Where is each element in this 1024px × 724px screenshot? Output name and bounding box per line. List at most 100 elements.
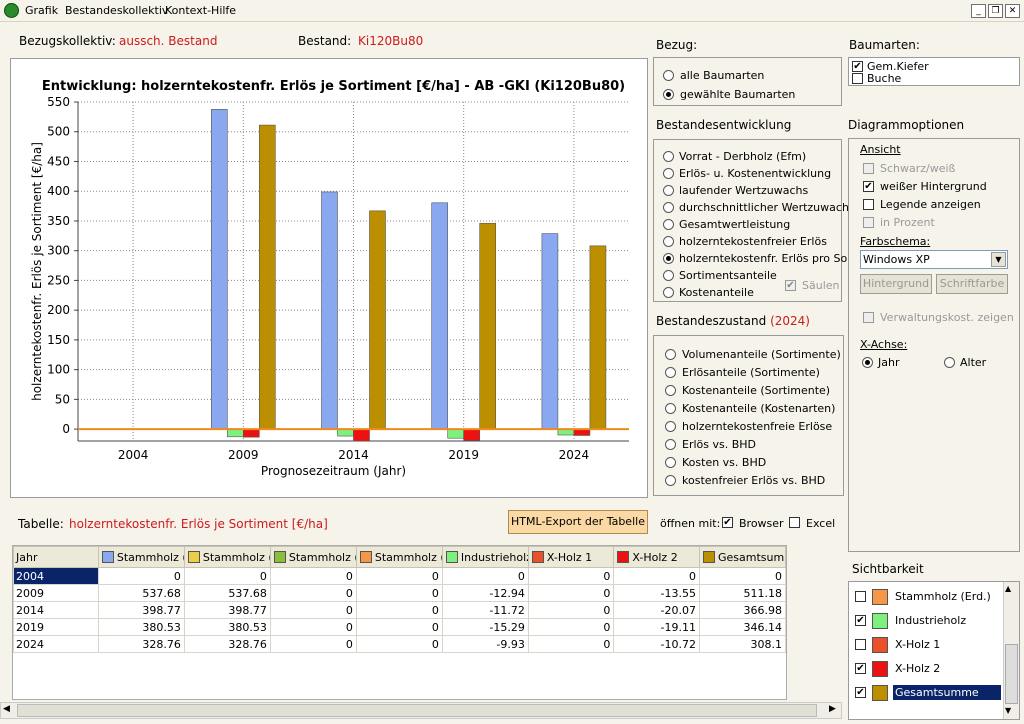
schwarzweiss-checkbox[interactable]	[863, 163, 874, 174]
sichtbarkeit-item[interactable]: ✔ Industrieholz	[853, 612, 1003, 632]
column-header[interactable]: X-Holz 1	[527, 546, 615, 568]
weisser-hintergrund-checkbox[interactable]: ✔	[863, 181, 874, 192]
table-cell[interactable]: 537.68	[183, 584, 271, 602]
scroll-h-thumb[interactable]	[17, 704, 817, 717]
zust-radio-4[interactable]	[665, 421, 676, 432]
table-cell[interactable]: -20.07	[613, 601, 700, 619]
table-cell[interactable]: 0	[269, 635, 357, 653]
table-cell[interactable]: 0	[355, 618, 443, 636]
menu-bestandeskollektiv[interactable]: Bestandeskollektiv	[65, 4, 168, 17]
table-cell[interactable]: 0	[527, 601, 615, 619]
table-cell[interactable]: 0	[183, 567, 271, 585]
table-cell[interactable]: 0	[613, 567, 700, 585]
table-row[interactable]: 2004 0 0 0 0 0 0 0 0	[13, 567, 786, 585]
table-cell[interactable]: 328.76	[97, 635, 185, 653]
table-cell[interactable]: 511.18	[698, 584, 786, 602]
table-cell-year[interactable]: 2004	[13, 567, 99, 585]
column-header[interactable]: Stammholz (Erd.)	[355, 546, 443, 568]
table-cell[interactable]: -10.72	[613, 635, 700, 653]
table-cell[interactable]: 0	[698, 567, 786, 585]
excel-checkbox[interactable]	[789, 517, 800, 528]
column-header[interactable]: Gesamtsumme	[698, 546, 786, 568]
entw-radio-2[interactable]	[663, 185, 674, 196]
sichtbarkeit-checkbox[interactable]: ✔	[855, 663, 866, 674]
table-cell-year[interactable]: 2014	[13, 601, 99, 619]
zust-radio-2[interactable]	[665, 385, 676, 396]
scroll-up-icon[interactable]: ▲	[1005, 584, 1011, 593]
table-cell-year[interactable]: 2009	[13, 584, 99, 602]
browser-checkbox[interactable]: ✔	[722, 517, 733, 528]
table-cell[interactable]: -9.93	[441, 635, 529, 653]
scroll-down-icon[interactable]: ▼	[1005, 706, 1011, 715]
zust-radio-6[interactable]	[665, 457, 676, 468]
table-cell[interactable]: 0	[527, 618, 615, 636]
table-cell[interactable]: 0	[441, 567, 529, 585]
zust-radio-3[interactable]	[665, 403, 676, 414]
minimize-button[interactable]: _	[971, 4, 986, 18]
table-cell[interactable]: 0	[97, 567, 185, 585]
prozent-checkbox[interactable]	[863, 217, 874, 228]
table-cell[interactable]: 398.77	[183, 601, 271, 619]
table-cell-year[interactable]: 2019	[13, 618, 99, 636]
table-cell[interactable]: -11.72	[441, 601, 529, 619]
sichtbarkeit-checkbox[interactable]: ✔	[855, 687, 866, 698]
table-cell[interactable]: -12.94	[441, 584, 529, 602]
html-export-button[interactable]: HTML-Export der Tabelle	[508, 510, 648, 534]
table-cell[interactable]: 380.53	[183, 618, 271, 636]
table-cell[interactable]: 0	[355, 601, 443, 619]
baumart-checkbox-buche[interactable]	[852, 73, 863, 84]
xachse-radio-alter[interactable]	[944, 357, 955, 368]
sichtbarkeit-item[interactable]: ✔ X-Holz 2	[853, 660, 1003, 680]
bezug-radio-alle[interactable]	[663, 70, 674, 81]
column-header[interactable]: Stammholz (lang)	[183, 546, 271, 568]
sichtbarkeit-checkbox[interactable]	[855, 591, 866, 602]
table-cell[interactable]: 0	[269, 601, 357, 619]
table-cell[interactable]: 0	[527, 567, 615, 585]
table-cell[interactable]: 0	[527, 635, 615, 653]
entw-radio-6[interactable]	[663, 253, 674, 264]
table-row[interactable]: 2009 537.68 537.68 0 0 -12.94 0 -13.55 511.18	[13, 584, 786, 602]
scroll-right-icon[interactable]: ▶	[829, 704, 836, 714]
sichtbarkeit-scrollbar[interactable]: ▲ ▼	[1003, 582, 1019, 719]
table-horizontal-scrollbar[interactable]: ◀ ▶	[0, 702, 842, 719]
verwaltung-checkbox[interactable]	[863, 312, 874, 323]
entw-radio-0[interactable]	[663, 151, 674, 162]
schriftfarbe-button[interactable]: Schriftfarbe	[936, 274, 1008, 294]
table-cell[interactable]: 0	[355, 584, 443, 602]
legende-checkbox[interactable]	[863, 199, 874, 210]
table-row[interactable]: 2024 328.76 328.76 0 0 -9.93 0 -10.72 308.1	[13, 635, 786, 653]
entw-radio-7[interactable]	[663, 270, 674, 281]
table-cell[interactable]: 380.53	[97, 618, 185, 636]
table-cell[interactable]: -13.55	[613, 584, 700, 602]
scroll-left-icon[interactable]: ◀	[3, 704, 10, 714]
baumart-checkbox-kiefer[interactable]: ✔	[852, 61, 863, 72]
entw-radio-8[interactable]	[663, 287, 674, 298]
zust-radio-5[interactable]	[665, 439, 676, 450]
close-button[interactable]: ✕	[1005, 4, 1020, 18]
table-cell[interactable]: 0	[269, 584, 357, 602]
table-cell-year[interactable]: 2024	[13, 635, 99, 653]
entw-radio-3[interactable]	[663, 202, 674, 213]
bezug-radio-gewaehlte[interactable]	[663, 89, 674, 100]
table-cell[interactable]: 0	[355, 635, 443, 653]
hintergrund-button[interactable]: Hintergrund	[860, 274, 932, 294]
menu-grafik[interactable]: Grafik	[25, 4, 58, 17]
column-header-jahr[interactable]: Jahr	[13, 546, 99, 568]
entw-radio-1[interactable]	[663, 168, 674, 179]
zust-radio-7[interactable]	[665, 475, 676, 486]
entw-radio-5[interactable]	[663, 236, 674, 247]
entw-radio-4[interactable]	[663, 219, 674, 230]
table-cell[interactable]: 0	[269, 618, 357, 636]
xachse-radio-jahr[interactable]	[862, 357, 873, 368]
table-cell[interactable]: 328.76	[183, 635, 271, 653]
table-cell[interactable]: 308.1	[698, 635, 786, 653]
sichtbarkeit-item[interactable]: ✔ Gesamtsumme	[853, 684, 1003, 704]
table-cell[interactable]: 398.77	[97, 601, 185, 619]
chevron-down-icon[interactable]: ▼	[991, 252, 1006, 267]
zust-radio-0[interactable]	[665, 349, 676, 360]
table-cell[interactable]: 0	[527, 584, 615, 602]
sichtbarkeit-item[interactable]: Stammholz (Erd.)	[853, 588, 1003, 608]
table-row[interactable]: 2014 398.77 398.77 0 0 -11.72 0 -20.07 366.98	[13, 601, 786, 619]
column-header[interactable]: Stammholz (Gesamt)	[97, 546, 185, 568]
table-cell[interactable]: 0	[355, 567, 443, 585]
